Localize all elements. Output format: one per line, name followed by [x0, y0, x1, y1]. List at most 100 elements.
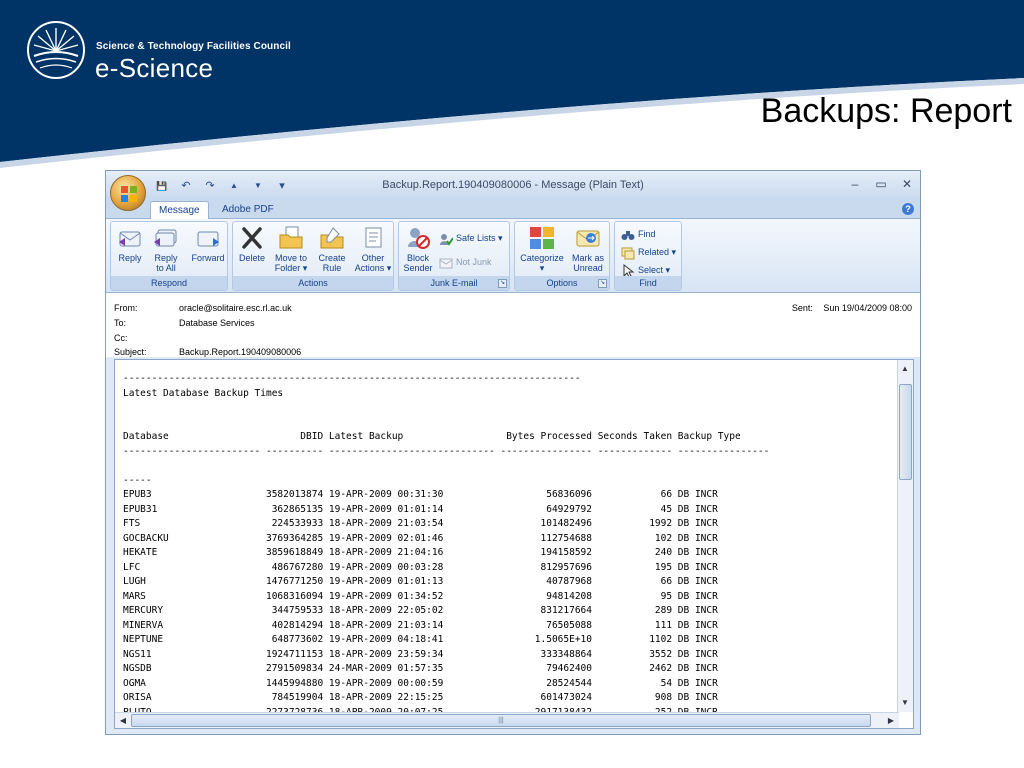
title-bar: 💾 ↶ ↷ ▲ ▼ ▾ Backup.Report.190409080006 -…	[106, 171, 920, 199]
office-button[interactable]	[110, 175, 146, 211]
message-body[interactable]: ----------------------------------------…	[114, 359, 914, 729]
reply-all-icon	[154, 229, 177, 247]
reply-icon	[119, 231, 141, 247]
reply-button[interactable]: Reply	[115, 226, 145, 263]
table-row: NGS11 1924711153 18-APR-2009 23:59:34 33…	[123, 648, 718, 660]
categorize-button[interactable]: Categorize ▾	[517, 226, 567, 273]
scroll-down-button[interactable]: ▼	[898, 696, 912, 710]
table-row: ORISA 784519904 18-APR-2009 22:15:25 601…	[123, 692, 718, 703]
window-controls: – ▭ ✕	[848, 177, 914, 191]
forward-button[interactable]: Forward	[189, 226, 227, 263]
maximize-button[interactable]: ▭	[874, 177, 888, 191]
outlook-message-window: 💾 ↶ ↷ ▲ ▼ ▾ Backup.Report.190409080006 -…	[105, 170, 921, 735]
other-actions-button[interactable]: Other Actions ▾	[353, 226, 393, 273]
from-value[interactable]: oracle@solitaire.esc.rl.ac.uk	[179, 303, 292, 313]
vertical-scrollbar[interactable]: ▲ ▼	[897, 360, 913, 712]
to-value[interactable]: Database Services	[179, 318, 255, 328]
categorize-label: Categorize ▾	[520, 253, 564, 273]
move-to-folder-button[interactable]: Move to Folder ▾	[271, 226, 311, 273]
related-icon	[621, 247, 635, 260]
reply-all-button[interactable]: Reply to All	[151, 226, 181, 273]
office-logo-icon	[121, 186, 137, 202]
group-options-label: Options	[515, 276, 609, 290]
safe-lists-button[interactable]: Safe Lists ▾	[439, 230, 503, 246]
table-row: OGMA 1445994880 19-APR-2009 00:00:59 285…	[123, 677, 718, 689]
options-dialog-launcher[interactable]: ↘	[598, 279, 607, 288]
delete-label: Delete	[238, 253, 265, 263]
slide: Science & Technology Facilities Council …	[0, 0, 1024, 768]
table-row: MERCURY 344759533 18-APR-2009 22:05:02 8…	[123, 605, 718, 616]
table-row: HEKATE 3859618849 18-APR-2009 21:04:16 1…	[123, 547, 718, 558]
other-actions-icon	[365, 227, 382, 248]
table-row: GOCBACKU 3769364285 19-APR-2009 02:01:46…	[123, 532, 718, 544]
not-junk-button[interactable]: Not Junk	[439, 254, 492, 270]
ribbon-tabs: Message Adobe PDF ?	[106, 199, 920, 219]
table-row: FTS 224533933 18-APR-2009 21:03:54 10148…	[123, 518, 718, 529]
scroll-left-button[interactable]: ◀	[116, 714, 130, 728]
report-separator: ----------------------------------------…	[123, 373, 581, 384]
group-find: Find Related ▾ Select ▾ Find	[614, 221, 682, 291]
block-sender-icon	[408, 228, 430, 249]
vertical-scroll-thumb[interactable]	[899, 384, 912, 480]
group-respond-label: Respond	[111, 276, 227, 290]
table-row: EPUB31 362865135 19-APR-2009 01:01:14 64…	[123, 503, 718, 515]
report-heading: Latest Database Backup Times	[123, 387, 284, 399]
table-row: LFC 486767280 19-APR-2009 00:03:28 81295…	[123, 561, 718, 573]
safe-lists-label: Safe Lists ▾	[456, 233, 503, 243]
subject-value: Backup.Report.190409080006	[179, 347, 302, 357]
group-actions-label: Actions	[233, 276, 393, 290]
table-row: LUGH 1476771250 19-APR-2009 01:01:13 407…	[123, 576, 718, 587]
reply-label: Reply	[118, 253, 142, 263]
move-to-folder-label: Move to Folder ▾	[274, 253, 308, 273]
mark-as-unread-button[interactable]: Mark as Unread	[569, 226, 607, 273]
close-button[interactable]: ✕	[900, 177, 914, 191]
horizontal-scrollbar[interactable]: ◀ ||| ▶	[115, 712, 899, 728]
minimize-button[interactable]: –	[848, 177, 862, 191]
find-button[interactable]: Find	[621, 226, 656, 242]
delete-icon	[242, 227, 262, 249]
group-find-label: Find	[615, 276, 681, 290]
create-rule-button[interactable]: Create Rule	[315, 226, 349, 273]
mark-as-unread-label: Mark as Unread	[571, 253, 604, 273]
table-row: EPUB3 3582013874 19-APR-2009 00:31:30 56…	[123, 489, 718, 500]
move-to-folder-icon	[279, 226, 303, 249]
mark-as-unread-icon	[576, 230, 600, 247]
table-row: NEPTUNE 648773602 19-APR-2009 04:18:41 1…	[123, 634, 718, 645]
related-button[interactable]: Related ▾	[621, 244, 676, 260]
find-label: Find	[638, 229, 656, 239]
organization-name: Science & Technology Facilities Council	[96, 41, 291, 52]
safe-lists-icon	[440, 233, 453, 246]
tab-message[interactable]: Message	[150, 201, 209, 219]
table-row: NGSDB 2791509834 24-MAR-2009 01:57:35 79…	[123, 663, 718, 674]
reply-all-label: Reply to All	[154, 253, 178, 273]
help-icon[interactable]: ?	[902, 203, 914, 215]
from-label: From:	[114, 303, 138, 313]
stfc-sun-logo-icon	[27, 21, 85, 79]
related-label: Related ▾	[638, 247, 677, 257]
report-column-underline-wrap: -----	[123, 474, 152, 486]
not-junk-icon	[439, 258, 453, 269]
junk-email-dialog-launcher[interactable]: ↘	[498, 279, 507, 288]
table-row: MARS 1068316094 19-APR-2009 01:34:52 948…	[123, 590, 718, 602]
cc-label: Cc:	[114, 333, 128, 343]
block-sender-label: Block Sender	[403, 253, 433, 273]
scroll-up-button[interactable]: ▲	[898, 362, 912, 376]
delete-button[interactable]: Delete	[237, 226, 267, 263]
select-label: Select ▾	[638, 265, 671, 275]
slide-title: Backups: Report	[760, 92, 1012, 130]
forward-label: Forward	[191, 253, 225, 263]
horizontal-scroll-thumb[interactable]: |||	[131, 714, 871, 727]
sent-value: Sun 19/04/2009 08:00	[823, 303, 912, 313]
table-row: MINERVA 402814294 18-APR-2009 21:03:14 7…	[123, 619, 718, 631]
block-sender-button[interactable]: Block Sender	[401, 226, 435, 273]
other-actions-label: Other Actions ▾	[354, 253, 392, 273]
scroll-right-button[interactable]: ▶	[884, 714, 898, 728]
message-header: From: oracle@solitaire.esc.rl.ac.uk To: …	[106, 293, 920, 357]
sent-label: Sent:	[791, 303, 813, 313]
report-text: ----------------------------------------…	[123, 372, 893, 720]
tab-adobe-pdf[interactable]: Adobe PDF	[214, 201, 282, 219]
sent-row: Sent: Sun 19/04/2009 08:00	[792, 303, 912, 313]
